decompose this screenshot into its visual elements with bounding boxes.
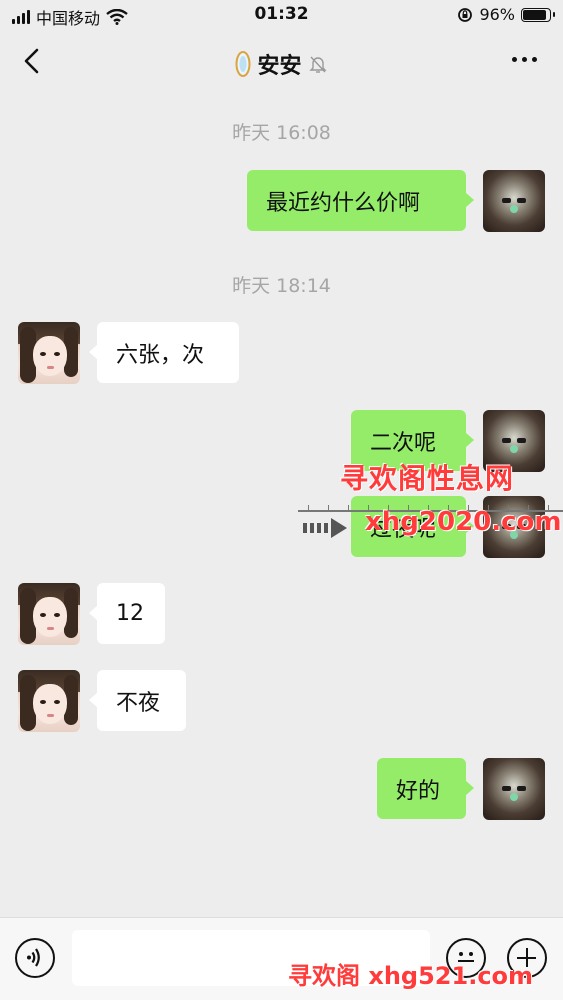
avatar-self[interactable] — [483, 170, 545, 232]
contact-name: 安安 — [257, 54, 302, 79]
avatar-contact[interactable] — [18, 322, 80, 384]
chat-title[interactable]: 安安 — [0, 48, 563, 80]
message-bubble-self[interactable]: 好的 — [377, 758, 474, 819]
nav-bar: 安安 — [0, 32, 563, 92]
watermark-text: 寻欢阁性息网 — [340, 462, 515, 495]
mirror-icon — [235, 51, 251, 77]
battery-icon — [521, 7, 555, 22]
battery-fill — [523, 9, 547, 20]
message-bubble-other[interactable]: 12 — [89, 583, 165, 644]
message-bubble-other[interactable]: 不夜 — [89, 670, 186, 731]
battery-percent: 96% — [479, 5, 515, 24]
watermark-url: xhg2020.com — [365, 507, 562, 537]
status-bar: 中国移动 01:32 96% — [0, 0, 563, 32]
avatar-contact[interactable] — [18, 670, 80, 732]
avatar-self[interactable] — [483, 758, 545, 820]
avatar-contact[interactable] — [18, 583, 80, 645]
arrow-icon — [303, 518, 347, 538]
chat-area[interactable]: 昨天 16:08 最近约什么价啊 昨天 18:14 六张，次 二次呢 过夜呢 1… — [0, 92, 563, 917]
orientation-lock-icon — [458, 7, 473, 22]
message-bubble-other[interactable]: 六张，次 — [89, 322, 239, 383]
more-icon[interactable] — [512, 52, 537, 67]
mute-bell-icon — [308, 56, 327, 73]
timestamp: 昨天 18:14 — [232, 275, 331, 297]
message-bubble-self[interactable]: 最近约什么价啊 — [247, 170, 474, 231]
status-right: 96% — [457, 5, 555, 24]
voice-icon[interactable] — [15, 938, 55, 978]
watermark-bottom: 寻欢阁 xhg521.com — [288, 962, 534, 990]
timestamp: 昨天 16:08 — [232, 122, 331, 144]
